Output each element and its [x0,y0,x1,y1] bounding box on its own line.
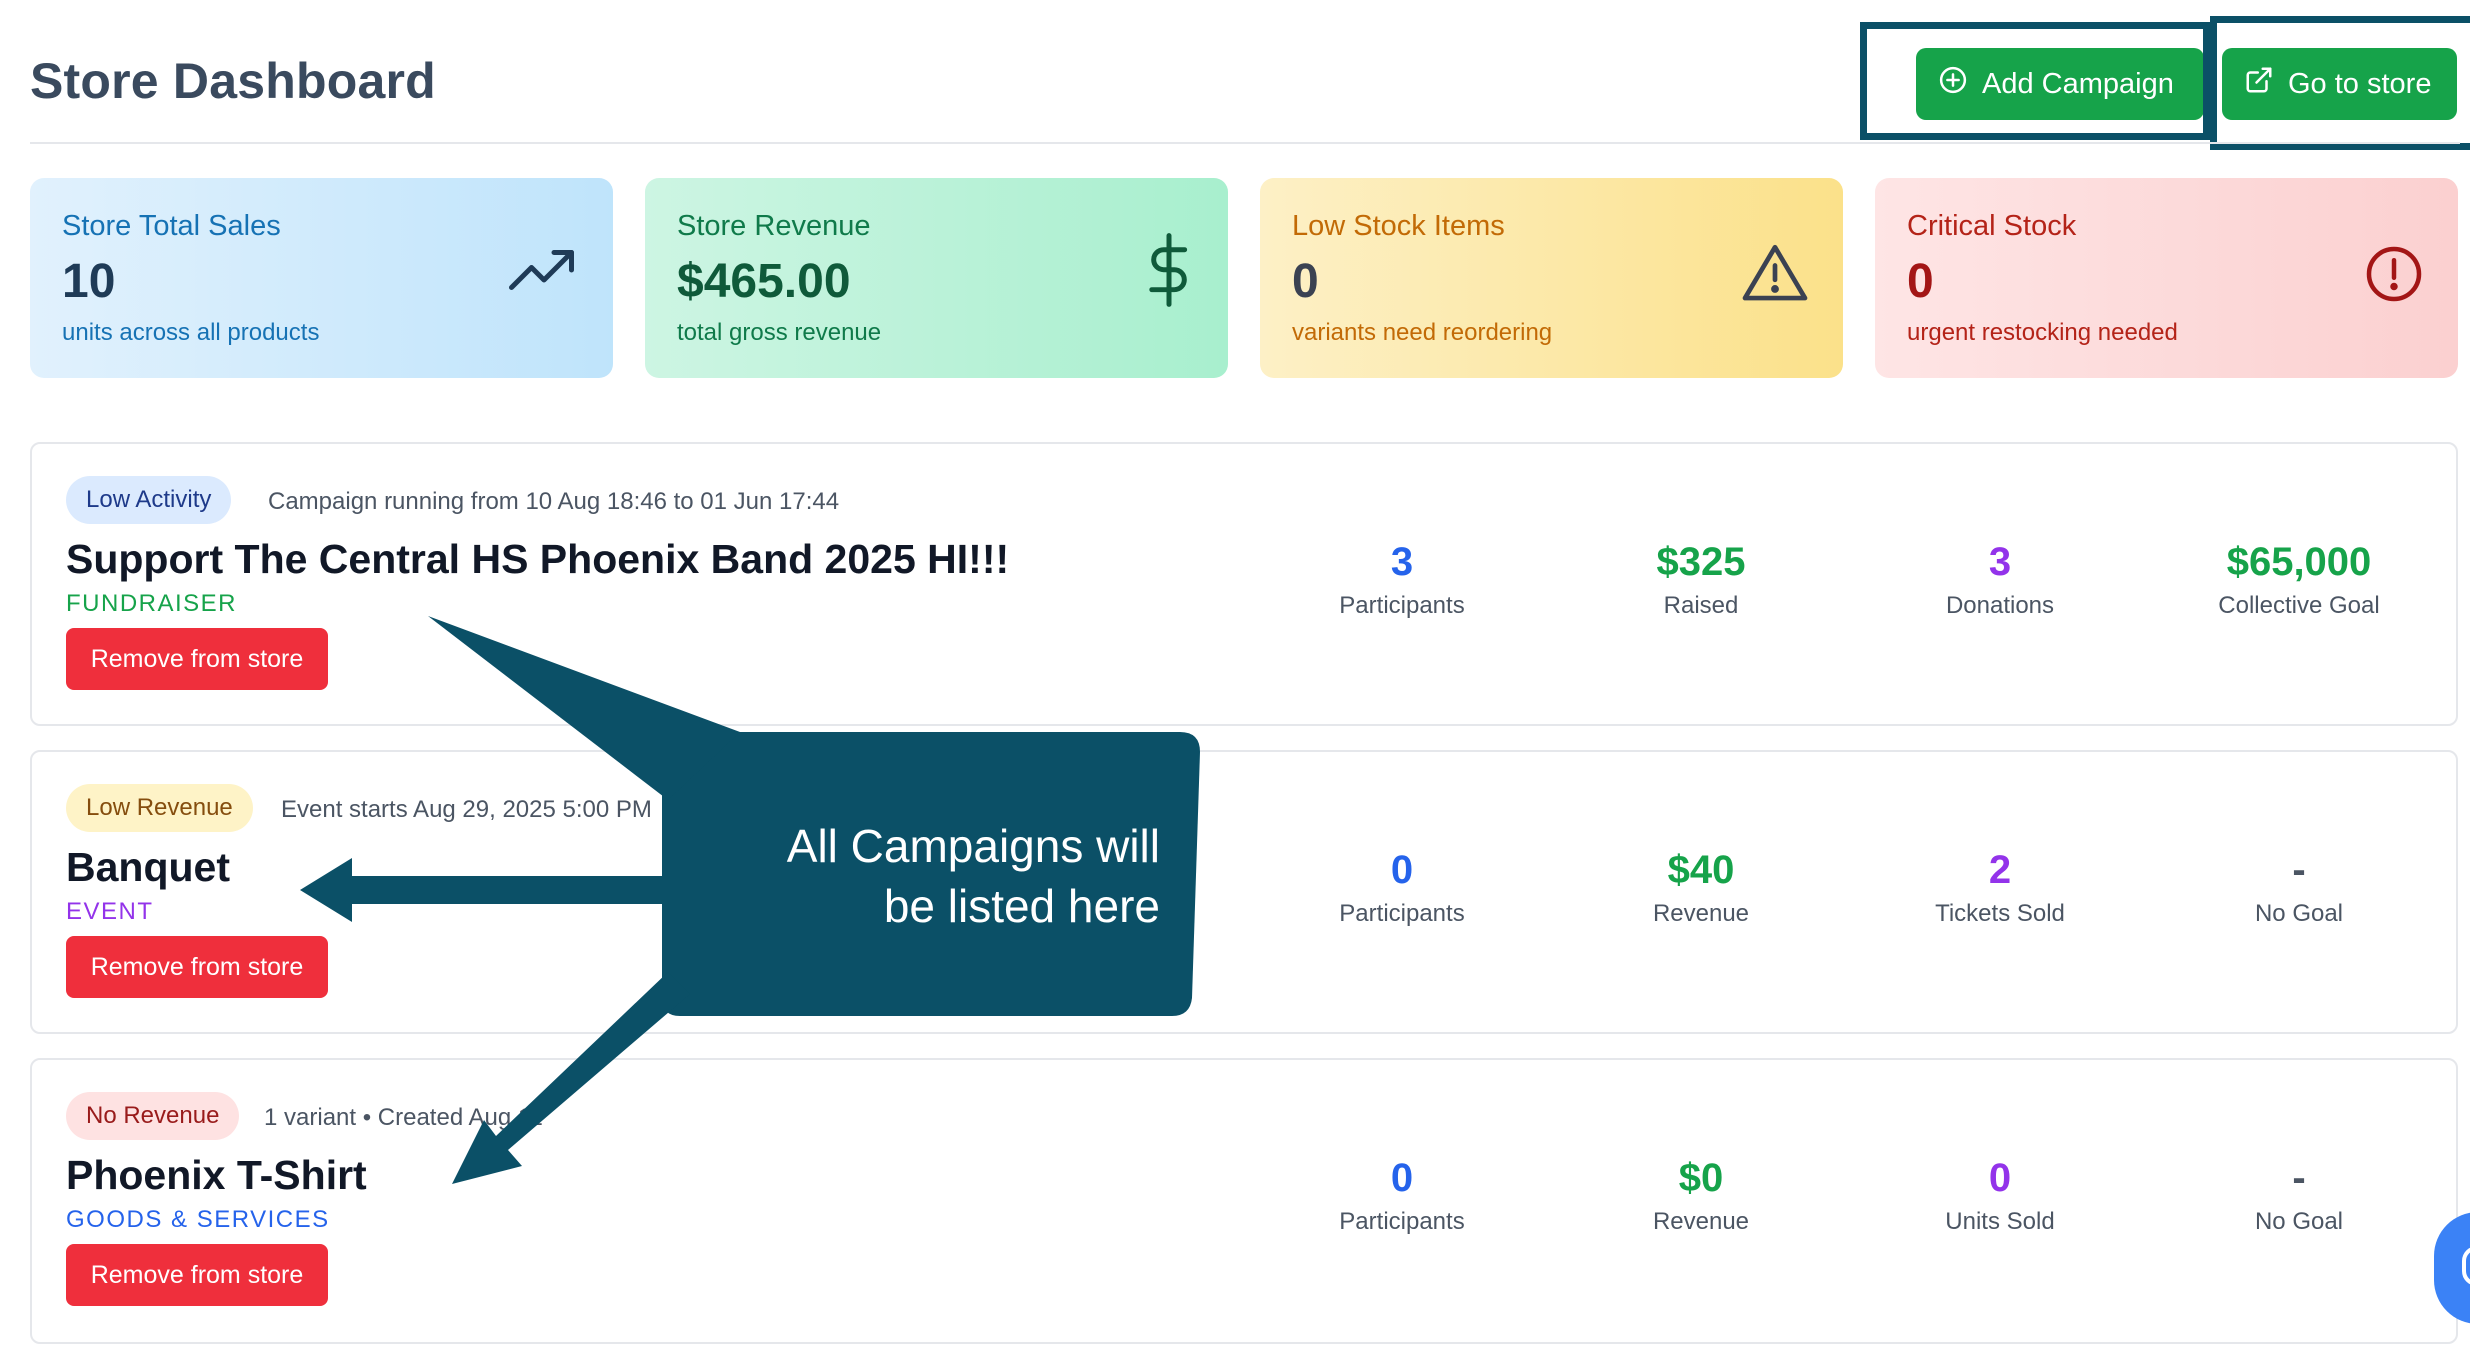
annotation-callout [300,616,1200,1184]
chat-icon [2462,1246,2470,1286]
annotation-line: be listed here [883,880,1160,932]
annotation-text: All Campaigns will be listed here [690,816,1160,936]
annotation-line: All Campaigns will [786,820,1160,872]
